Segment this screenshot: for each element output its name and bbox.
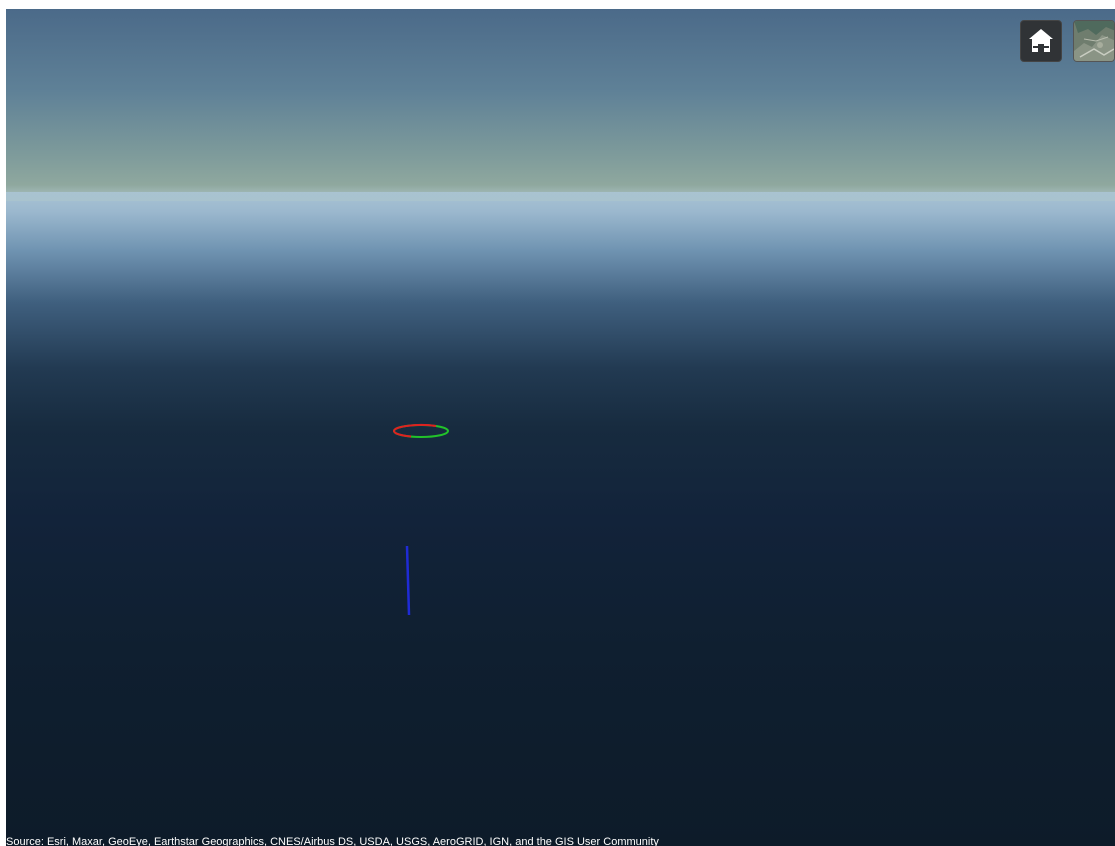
- scene-overlays: [392, 423, 449, 616]
- home-icon: [1029, 29, 1053, 52]
- trajectory-ellipse: [392, 423, 449, 438]
- home-button[interactable]: [1020, 20, 1062, 62]
- map-attribution: Source: Esri, Maxar, GeoEye, Earthstar G…: [6, 836, 659, 846]
- trajectory-ellipse-red: [392, 423, 437, 438]
- basemap-picker-button[interactable]: [1073, 20, 1115, 62]
- globe-viewer[interactable]: Source: Esri, Maxar, GeoEye, Earthstar G…: [6, 9, 1115, 846]
- vertical-line: [405, 545, 411, 616]
- basemap-thumbnail-icon: [1074, 21, 1114, 61]
